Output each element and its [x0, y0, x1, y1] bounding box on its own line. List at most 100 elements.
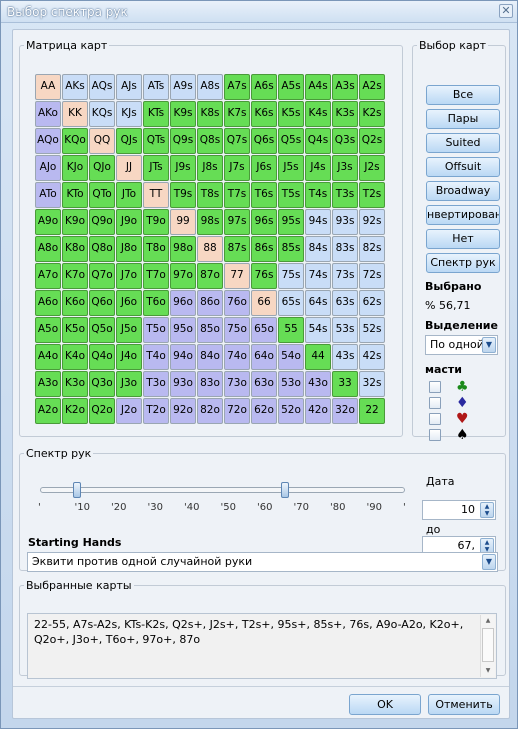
hand-cell-offsuit[interactable]: J4o	[116, 344, 142, 370]
hand-cell-offsuit[interactable]: Q5o	[89, 317, 115, 343]
hand-cell-suited[interactable]: AJs	[116, 74, 142, 100]
hand-cell-pair[interactable]: 99	[170, 209, 196, 235]
hand-cell-pair[interactable]: 66	[251, 290, 277, 316]
hand-cell-offsuit[interactable]: 75o	[224, 317, 250, 343]
hand-cell-suited[interactable]: K6s	[251, 101, 277, 127]
hand-cell-suited[interactable]: 95s	[278, 209, 304, 235]
hand-cell-offsuit[interactable]: 64o	[251, 344, 277, 370]
hand-cell-suited[interactable]: 32s	[359, 371, 385, 397]
hand-cell-suited[interactable]: Q3s	[332, 128, 358, 154]
select-none-button[interactable]: Нет	[426, 229, 500, 249]
hand-cell-suited[interactable]: J6s	[251, 155, 277, 181]
hand-cell-offsuit[interactable]: A7o	[35, 263, 61, 289]
hand-cell-suited[interactable]: J3s	[332, 155, 358, 181]
hand-cell-pair[interactable]: 22	[359, 398, 385, 424]
hand-cell-offsuit[interactable]: A3o	[35, 371, 61, 397]
hand-cell-offsuit[interactable]: 73o	[224, 371, 250, 397]
hand-cell-offsuit[interactable]: KTo	[62, 182, 88, 208]
hand-cell-suited[interactable]: A4s	[305, 74, 331, 100]
hand-cell-offsuit[interactable]: T4o	[143, 344, 169, 370]
hand-cell-pair[interactable]: TT	[143, 182, 169, 208]
hand-cell-suited[interactable]: T9s	[170, 182, 196, 208]
range-slider-high-handle[interactable]	[280, 482, 289, 498]
hand-cell-suited[interactable]: 86s	[251, 236, 277, 262]
hand-cell-offsuit[interactable]: T2o	[143, 398, 169, 424]
hand-cell-offsuit[interactable]: K7o	[62, 263, 88, 289]
selection-mode-select[interactable]: По одной ▼	[425, 335, 498, 355]
hand-cell-suited[interactable]: 98s	[197, 209, 223, 235]
hand-cell-suited[interactable]: T3s	[332, 182, 358, 208]
hand-cell-offsuit[interactable]: T8o	[143, 236, 169, 262]
hand-cell-suited[interactable]: K4s	[305, 101, 331, 127]
hand-cell-offsuit[interactable]: AQo	[35, 128, 61, 154]
hand-cell-offsuit[interactable]: 84o	[197, 344, 223, 370]
hand-cell-offsuit[interactable]: J2o	[116, 398, 142, 424]
hand-cell-offsuit[interactable]: J7o	[116, 263, 142, 289]
hand-cell-suited[interactable]: KTs	[143, 101, 169, 127]
hand-cell-pair[interactable]: 88	[197, 236, 223, 262]
hand-cell-offsuit[interactable]: 63o	[251, 371, 277, 397]
selected-cards-text[interactable]: 22-55, A7s-A2s, KTs-K2s, Q2s+, J2s+, T2s…	[27, 613, 497, 679]
equity-mode-select[interactable]: Эквити против одной случайной руки ▼	[27, 552, 498, 572]
hand-cell-suited[interactable]: 53s	[332, 317, 358, 343]
hand-cell-suited[interactable]: T8s	[197, 182, 223, 208]
hand-cell-offsuit[interactable]: K4o	[62, 344, 88, 370]
hand-cell-suited[interactable]: 96s	[251, 209, 277, 235]
hand-cell-suited[interactable]: 43s	[332, 344, 358, 370]
hand-cell-suited[interactable]: 54s	[305, 317, 331, 343]
hand-cell-suited[interactable]: Q4s	[305, 128, 331, 154]
hand-cell-suited[interactable]: KJs	[116, 101, 142, 127]
invert-button[interactable]: нвертирован	[426, 205, 500, 225]
hand-cell-offsuit[interactable]: A5o	[35, 317, 61, 343]
hand-cell-suited[interactable]: ATs	[143, 74, 169, 100]
hand-cell-suited[interactable]: Q2s	[359, 128, 385, 154]
hand-cell-suited[interactable]: 83s	[332, 236, 358, 262]
hand-cell-offsuit[interactable]: 96o	[170, 290, 196, 316]
hand-cell-suited[interactable]: A9s	[170, 74, 196, 100]
hand-cell-offsuit[interactable]: 98o	[170, 236, 196, 262]
ok-button[interactable]: OK	[349, 694, 421, 715]
hand-cell-offsuit[interactable]: Q6o	[89, 290, 115, 316]
hand-cell-offsuit[interactable]: Q3o	[89, 371, 115, 397]
hand-cell-suited[interactable]: A6s	[251, 74, 277, 100]
hand-cell-offsuit[interactable]: 43o	[305, 371, 331, 397]
hand-cell-pair[interactable]: AA	[35, 74, 61, 100]
hand-cell-offsuit[interactable]: KJo	[62, 155, 88, 181]
hand-cell-suited[interactable]: 84s	[305, 236, 331, 262]
hand-cell-suited[interactable]: QJs	[116, 128, 142, 154]
hand-cell-offsuit[interactable]: 52o	[278, 398, 304, 424]
hand-cell-offsuit[interactable]: T5o	[143, 317, 169, 343]
select-offsuit-button[interactable]: Offsuit	[426, 157, 500, 177]
hand-cell-suited[interactable]: J2s	[359, 155, 385, 181]
suit-checkbox[interactable]	[429, 429, 441, 441]
hand-cell-offsuit[interactable]: AKo	[35, 101, 61, 127]
hand-cell-offsuit[interactable]: K2o	[62, 398, 88, 424]
hand-cell-suited[interactable]: Q6s	[251, 128, 277, 154]
hand-cell-suited[interactable]: 94s	[305, 209, 331, 235]
scroll-thumb[interactable]	[482, 628, 494, 662]
from-spinbox[interactable]: 10 ▲ ▼	[422, 500, 496, 520]
spin-arrows-icon[interactable]: ▲ ▼	[480, 502, 494, 518]
select-all-button[interactable]: Все	[426, 85, 500, 105]
hand-cell-offsuit[interactable]: 53o	[278, 371, 304, 397]
hand-cell-suited[interactable]: 52s	[359, 317, 385, 343]
hand-cell-suited[interactable]: A8s	[197, 74, 223, 100]
hand-cell-suited[interactable]: K2s	[359, 101, 385, 127]
hand-cell-suited[interactable]: K3s	[332, 101, 358, 127]
hand-cell-suited[interactable]: 82s	[359, 236, 385, 262]
hand-cell-offsuit[interactable]: Q9o	[89, 209, 115, 235]
suit-checkbox[interactable]	[429, 381, 441, 393]
hand-cell-offsuit[interactable]: J8o	[116, 236, 142, 262]
hand-cell-offsuit[interactable]: K3o	[62, 371, 88, 397]
scroll-up-icon[interactable]: ▲	[481, 615, 495, 627]
hand-cell-offsuit[interactable]: 72o	[224, 398, 250, 424]
select-pairs-button[interactable]: Пары	[426, 109, 500, 129]
range-slider-track[interactable]	[40, 487, 405, 493]
hand-cell-offsuit[interactable]: A2o	[35, 398, 61, 424]
hand-cell-suited[interactable]: T7s	[224, 182, 250, 208]
hand-cell-offsuit[interactable]: 92o	[170, 398, 196, 424]
hand-cell-offsuit[interactable]: 85o	[197, 317, 223, 343]
hand-cell-offsuit[interactable]: A4o	[35, 344, 61, 370]
hand-cell-suited[interactable]: 75s	[278, 263, 304, 289]
hand-cell-suited[interactable]: Q9s	[170, 128, 196, 154]
